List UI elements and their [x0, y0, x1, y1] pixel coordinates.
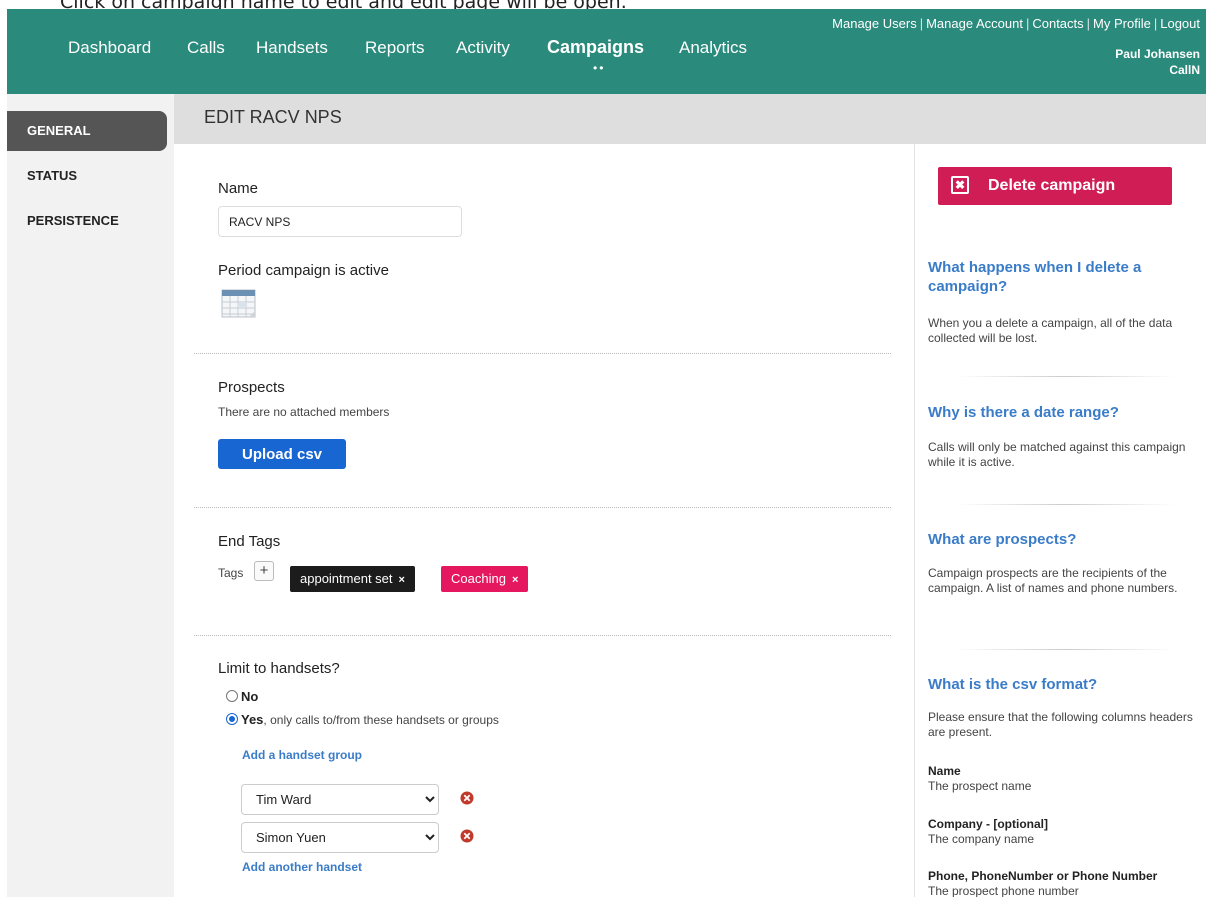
add-tag-button[interactable]: +: [254, 561, 274, 581]
link-manage-users[interactable]: Manage Users: [832, 16, 917, 31]
csv-column-term: Phone, PhoneNumber or Phone Number: [928, 869, 1158, 883]
handset-select[interactable]: Simon Yuen: [241, 822, 439, 853]
csv-column-term: Company - [optional]: [928, 817, 1048, 831]
radio-yes-text: Yes: [241, 712, 264, 727]
radio-yes[interactable]: [226, 713, 238, 725]
tag-chip: appointment set ×: [290, 566, 415, 592]
help-heading: What happens when I delete a campaign?: [928, 259, 1142, 295]
help-divider: [955, 649, 1175, 650]
help-text: Campaign prospects are the recipients of…: [928, 566, 1178, 595]
tag-label: appointment set: [300, 571, 393, 586]
end-tags-label: End Tags: [218, 533, 281, 550]
radio-no-label: No: [241, 689, 258, 704]
help-heading: What is the csv format?: [928, 676, 1098, 693]
add-handset-group-link[interactable]: Add a handset group: [242, 748, 362, 762]
nav-analytics[interactable]: Analytics: [679, 38, 747, 58]
radio-no-text: No: [241, 689, 259, 704]
help-panel: ✖ Delete campaign What happens when I del…: [914, 144, 1206, 897]
close-box-icon: ✖: [951, 176, 969, 194]
page-header: EDIT RACV NPS: [174, 94, 1206, 144]
help-divider: [955, 376, 1175, 377]
prospects-label: Prospects: [218, 379, 285, 396]
csv-column-desc: The prospect phone number: [928, 884, 1079, 897]
remove-handset-icon[interactable]: [460, 829, 474, 843]
upload-csv-button[interactable]: Upload csv: [218, 439, 346, 469]
limit-handsets-label: Limit to handsets?: [218, 660, 340, 677]
tag-label: Coaching: [451, 571, 506, 586]
nav-calls[interactable]: Calls: [187, 38, 225, 58]
sidebar: GENERAL STATUS PERSISTENCE: [7, 94, 174, 897]
section-divider: [194, 635, 891, 636]
link-logout[interactable]: Logout: [1160, 16, 1200, 31]
radio-yes-label: Yes, only calls to/from these handsets o…: [241, 712, 499, 727]
help-heading: What are prospects?: [928, 531, 1077, 548]
prospects-note: There are no attached members: [218, 405, 390, 419]
nav-campaigns[interactable]: Campaigns: [547, 37, 644, 58]
sidebar-item-general[interactable]: GENERAL: [7, 111, 167, 151]
delete-campaign-label: Delete campaign: [988, 177, 1116, 194]
nav-dashboard[interactable]: Dashboard: [68, 38, 151, 58]
remove-tag-icon[interactable]: ×: [399, 574, 405, 586]
add-another-handset-link[interactable]: Add another handset: [242, 860, 362, 874]
active-indicator: ••: [593, 61, 606, 75]
radio-no[interactable]: [226, 690, 238, 702]
link-separator: |: [1086, 16, 1091, 31]
help-heading: Why is there a date range?: [928, 404, 1119, 421]
help-text: Calls will only be matched against this …: [928, 440, 1186, 469]
nav-reports[interactable]: Reports: [365, 38, 425, 58]
remove-tag-icon[interactable]: ×: [512, 574, 518, 586]
nav-activity[interactable]: Activity: [456, 38, 510, 58]
remove-handset-icon[interactable]: [460, 791, 474, 805]
help-text: Please ensure that the following columns…: [928, 710, 1193, 739]
csv-column-term: Name: [928, 764, 961, 778]
section-divider: [194, 353, 891, 354]
tag-chip: Coaching ×: [441, 566, 529, 592]
period-label: Period campaign is active: [218, 262, 389, 279]
handset-select[interactable]: Tim Ward: [241, 784, 439, 815]
tags-label: Tags: [218, 566, 244, 580]
nav-handsets[interactable]: Handsets: [256, 38, 328, 58]
edit-form: Name Period campaign is active Prospects…: [174, 144, 914, 897]
link-separator: |: [1025, 16, 1030, 31]
csv-column-desc: The prospect name: [928, 779, 1032, 793]
link-my-profile[interactable]: My Profile: [1093, 16, 1151, 31]
user-name: Paul Johansen: [1115, 47, 1200, 61]
link-manage-account[interactable]: Manage Account: [926, 16, 1023, 31]
sidebar-item-status[interactable]: STATUS: [7, 156, 167, 196]
link-contacts[interactable]: Contacts: [1032, 16, 1083, 31]
link-separator: |: [1153, 16, 1158, 31]
top-navbar: Dashboard Calls Handsets Reports Activit…: [7, 9, 1206, 94]
link-separator: |: [919, 16, 924, 31]
help-divider: [955, 504, 1175, 505]
page-title: EDIT RACV NPS: [204, 107, 342, 127]
company-name: CallN: [1169, 63, 1200, 77]
csv-column-desc: The company name: [928, 832, 1035, 846]
help-text: When you a delete a campaign, all of the…: [928, 316, 1173, 345]
calendar-icon[interactable]: [221, 289, 257, 319]
section-divider: [194, 507, 891, 508]
account-links: Manage Users | Manage Account | Contacts | My …: [832, 16, 1200, 31]
radio-yes-description: , only calls to/from these handsets or g…: [263, 713, 499, 727]
delete-campaign-button[interactable]: ✖ Delete campaign: [938, 167, 1172, 205]
name-label: Name: [218, 180, 259, 197]
sidebar-item-persistence[interactable]: PERSISTENCE: [7, 201, 167, 241]
name-input[interactable]: [218, 206, 462, 237]
